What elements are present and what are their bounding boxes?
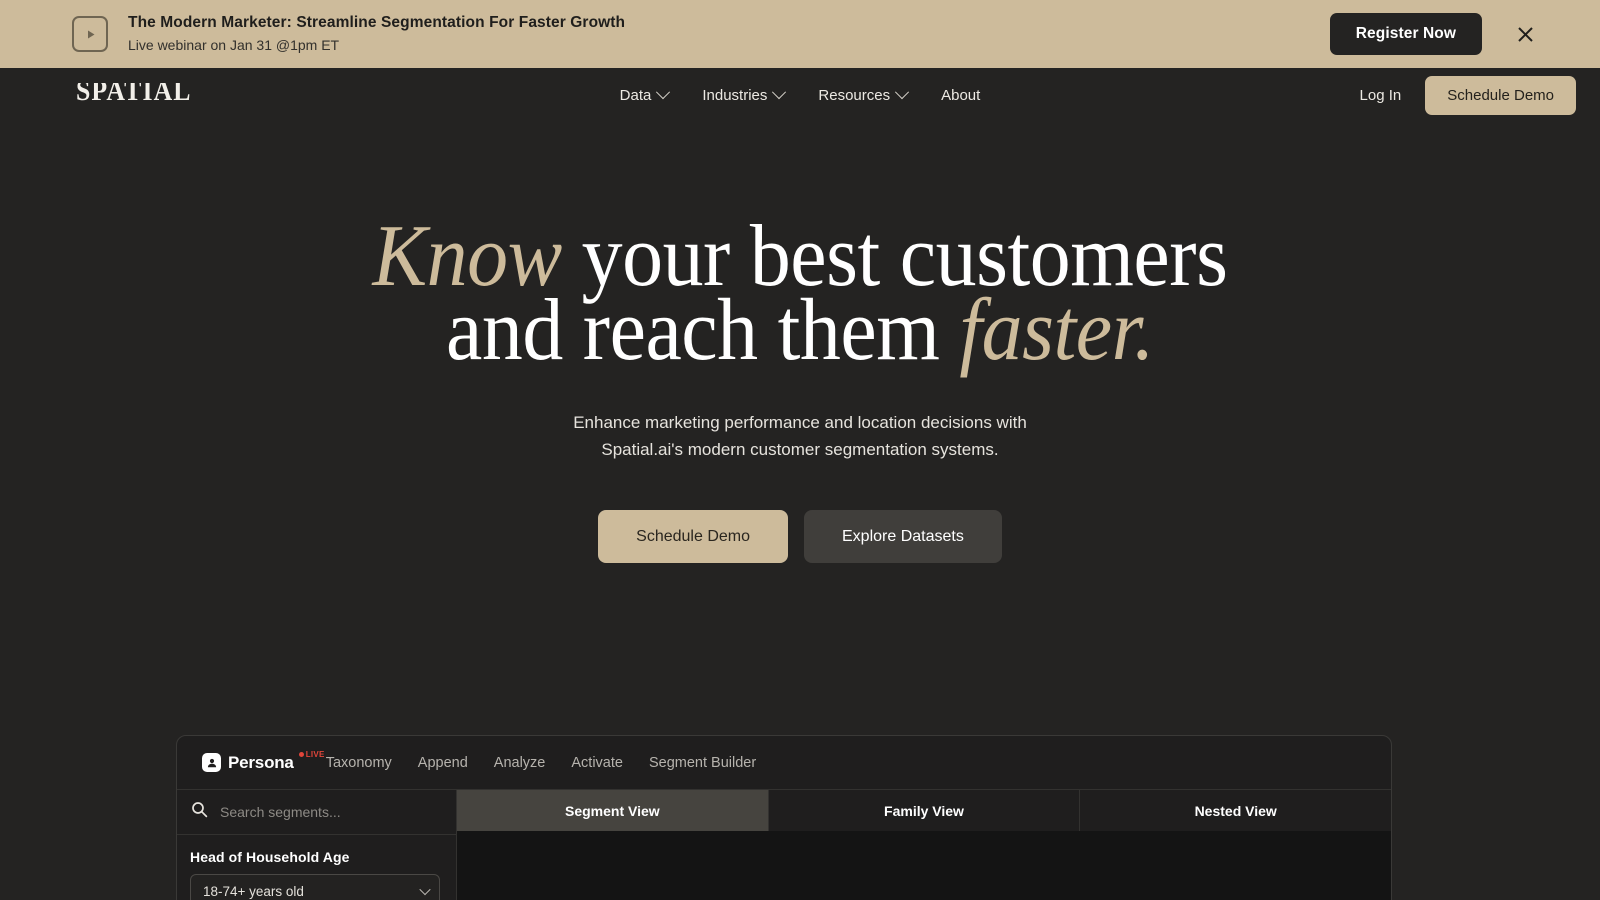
nav-item-about-label: About bbox=[941, 86, 981, 104]
hero-subheadline-line-1: Enhance marketing performance and locati… bbox=[573, 413, 1027, 432]
app-topbar: Persona LIVE Taxonomy Append Analyze Act… bbox=[177, 736, 1391, 790]
log-in-link[interactable]: Log In bbox=[1352, 83, 1410, 108]
chevron-down-icon bbox=[656, 85, 671, 100]
app-tab-activate[interactable]: Activate bbox=[571, 755, 623, 771]
filter-label: Head of Household Age bbox=[190, 849, 350, 865]
view-tab-family-view[interactable]: Family View bbox=[769, 790, 1081, 831]
app-preview-panel: Persona LIVE Taxonomy Append Analyze Act… bbox=[176, 735, 1392, 900]
play-square-icon bbox=[72, 16, 108, 52]
view-tabs: Segment View Family View Nested View bbox=[457, 790, 1391, 831]
hero-headline-rest-2: and reach them bbox=[446, 282, 960, 379]
live-badge-label: LIVE bbox=[305, 749, 325, 759]
app-tab-taxonomy[interactable]: Taxonomy bbox=[326, 755, 392, 771]
search-input[interactable]: Search segments... bbox=[177, 790, 456, 835]
nav-item-resources[interactable]: Resources bbox=[818, 85, 910, 104]
nav-item-industries[interactable]: Industries bbox=[702, 85, 787, 104]
view-tab-segment-view[interactable]: Segment View bbox=[457, 790, 769, 831]
live-dot-icon bbox=[298, 751, 304, 757]
chevron-down-icon bbox=[895, 85, 910, 100]
chevron-down-icon bbox=[772, 85, 787, 100]
banner-text-block: The Modern Marketer: Streamline Segmenta… bbox=[128, 13, 1330, 55]
chevron-down-icon bbox=[419, 883, 431, 896]
main-navbar: SPATIAL Data Industries Resources About … bbox=[0, 68, 1600, 122]
register-now-button[interactable]: Register Now bbox=[1329, 13, 1482, 55]
view-tab-nested-view[interactable]: Nested View bbox=[1080, 790, 1391, 831]
hero-subheadline: Enhance marketing performance and locati… bbox=[0, 368, 1600, 463]
nav-item-resources-label: Resources bbox=[818, 86, 891, 104]
announcement-banner: The Modern Marketer: Streamline Segmenta… bbox=[0, 0, 1600, 68]
nav-item-about[interactable]: About bbox=[941, 87, 980, 104]
close-icon[interactable] bbox=[1512, 21, 1538, 47]
search-input-placeholder: Search segments... bbox=[220, 804, 341, 820]
page-root: The Modern Marketer: Streamline Segmenta… bbox=[0, 0, 1600, 900]
app-main: Segment View Family View Nested View bbox=[457, 790, 1391, 900]
logo-text: SPATIAL bbox=[76, 83, 191, 107]
persona-brand[interactable]: Persona LIVE bbox=[202, 750, 324, 773]
app-sidebar: Search segments... Head of Household Age… bbox=[177, 790, 457, 900]
hero-cta-row: Schedule Demo Explore Datasets bbox=[0, 463, 1600, 563]
app-tab-append[interactable]: Append bbox=[418, 755, 468, 771]
nav-item-data[interactable]: Data bbox=[619, 85, 671, 104]
nav-item-data-label: Data bbox=[619, 86, 652, 104]
segment-view-canvas bbox=[457, 831, 1391, 900]
app-tab-segment-builder[interactable]: Segment Builder bbox=[649, 755, 756, 771]
hero-headline-accent-faster: faster. bbox=[959, 282, 1154, 379]
spatial-logo[interactable]: SPATIAL bbox=[76, 83, 191, 107]
app-tab-analyze[interactable]: Analyze bbox=[494, 755, 546, 771]
hero-headline: Know your best customers and reach them … bbox=[56, 122, 1544, 375]
live-badge: LIVE bbox=[298, 749, 325, 759]
age-range-select-value: 18-74+ years old bbox=[203, 883, 304, 899]
persona-brand-name: Persona bbox=[228, 752, 294, 772]
app-body: Search segments... Head of Household Age… bbox=[177, 790, 1391, 900]
search-icon bbox=[191, 801, 208, 823]
banner-title: The Modern Marketer: Streamline Segmenta… bbox=[128, 14, 626, 31]
hero-section: Know your best customers and reach them … bbox=[0, 122, 1600, 563]
schedule-demo-nav-button[interactable]: Schedule Demo bbox=[1425, 75, 1576, 115]
hero-subheadline-line-2: Spatial.ai's modern customer segmentatio… bbox=[601, 439, 999, 459]
person-icon bbox=[202, 753, 221, 772]
filter-head-of-household-age: Head of Household Age 18-74+ years old bbox=[177, 835, 456, 900]
schedule-demo-hero-button[interactable]: Schedule Demo bbox=[598, 510, 788, 563]
nav-item-industries-label: Industries bbox=[702, 86, 768, 104]
nav-actions: Log In Schedule Demo bbox=[1352, 75, 1576, 115]
banner-subtitle: Live webinar on Jan 31 @1pm ET bbox=[128, 37, 340, 53]
explore-datasets-button[interactable]: Explore Datasets bbox=[804, 510, 1002, 563]
age-range-select[interactable]: 18-74+ years old bbox=[190, 874, 440, 900]
